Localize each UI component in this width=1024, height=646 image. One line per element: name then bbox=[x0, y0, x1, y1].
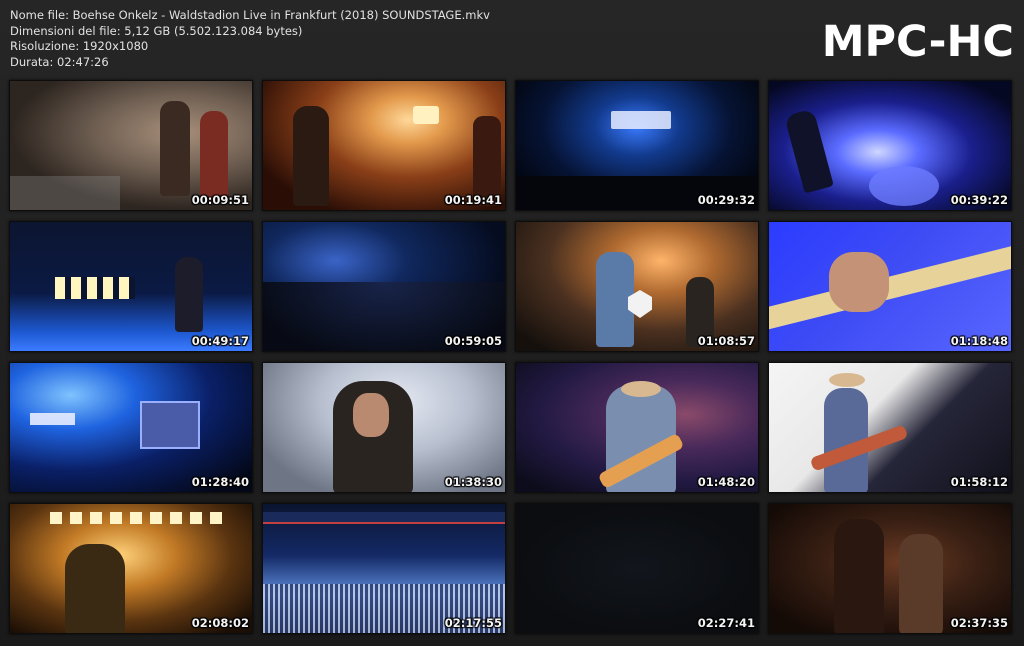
thumbnail-timestamp: 02:08:02 bbox=[191, 616, 249, 630]
thumbnail-timestamp: 00:49:17 bbox=[191, 334, 249, 348]
thumbnail-grid: 00:09:51 00:19:41 00:29:32 00:39:22 00:4… bbox=[9, 80, 1012, 634]
file-resolution: Risoluzione: 1920x1080 bbox=[10, 39, 149, 53]
thumbnail-12: 01:58:12 bbox=[768, 362, 1012, 493]
thumbnail-timestamp: 00:29:32 bbox=[697, 193, 755, 207]
thumbnail-timestamp: 00:09:51 bbox=[191, 193, 249, 207]
thumbnail-timestamp: 00:59:05 bbox=[444, 334, 502, 348]
brand-logo: MPC-HC bbox=[821, 17, 1014, 67]
thumbnail-6: 00:59:05 bbox=[262, 221, 506, 352]
thumbnail-timestamp: 01:58:12 bbox=[950, 475, 1008, 489]
thumbnail-1: 00:09:51 bbox=[9, 80, 253, 211]
thumbnail-9: 01:28:40 bbox=[9, 362, 253, 493]
thumbnail-15: 02:27:41 bbox=[515, 503, 759, 634]
thumbnail-2: 00:19:41 bbox=[262, 80, 506, 211]
thumbnail-3: 00:29:32 bbox=[515, 80, 759, 211]
thumbnail-timestamp: 00:39:22 bbox=[950, 193, 1008, 207]
thumbnail-timestamp: 01:28:40 bbox=[191, 475, 249, 489]
thumbnail-16: 02:37:35 bbox=[768, 503, 1012, 634]
file-name: Nome file: Boehse Onkelz - Waldstadion L… bbox=[10, 8, 490, 22]
thumbnail-timestamp: 01:38:30 bbox=[444, 475, 502, 489]
thumbnail-13: 02:08:02 bbox=[9, 503, 253, 634]
thumbnail-timestamp: 02:17:55 bbox=[444, 616, 502, 630]
thumbnail-10: 01:38:30 bbox=[262, 362, 506, 493]
file-info-block: Nome file: Boehse Onkelz - Waldstadion L… bbox=[10, 8, 490, 70]
thumbnail-timestamp: 00:19:41 bbox=[444, 193, 502, 207]
thumbnail-timestamp: 01:08:57 bbox=[697, 334, 755, 348]
file-size: Dimensioni del file: 5,12 GB (5.502.123.… bbox=[10, 23, 303, 38]
thumbnail-5: 00:49:17 bbox=[9, 221, 253, 352]
thumbnail-11: 01:48:20 bbox=[515, 362, 759, 493]
thumbnail-timestamp: 01:48:20 bbox=[697, 475, 755, 489]
thumbnail-timestamp: 02:27:41 bbox=[697, 616, 755, 630]
thumbnail-7: 01:08:57 bbox=[515, 221, 759, 352]
thumbnail-8: 01:18:48 bbox=[768, 221, 1012, 352]
thumbnail-4: 00:39:22 bbox=[768, 80, 1012, 211]
thumbnail-14: 02:17:55 bbox=[262, 503, 506, 634]
thumbnail-timestamp: 01:18:48 bbox=[950, 334, 1008, 348]
file-duration: Durata: 02:47:26 bbox=[10, 54, 109, 69]
thumbnail-timestamp: 02:37:35 bbox=[950, 616, 1008, 630]
